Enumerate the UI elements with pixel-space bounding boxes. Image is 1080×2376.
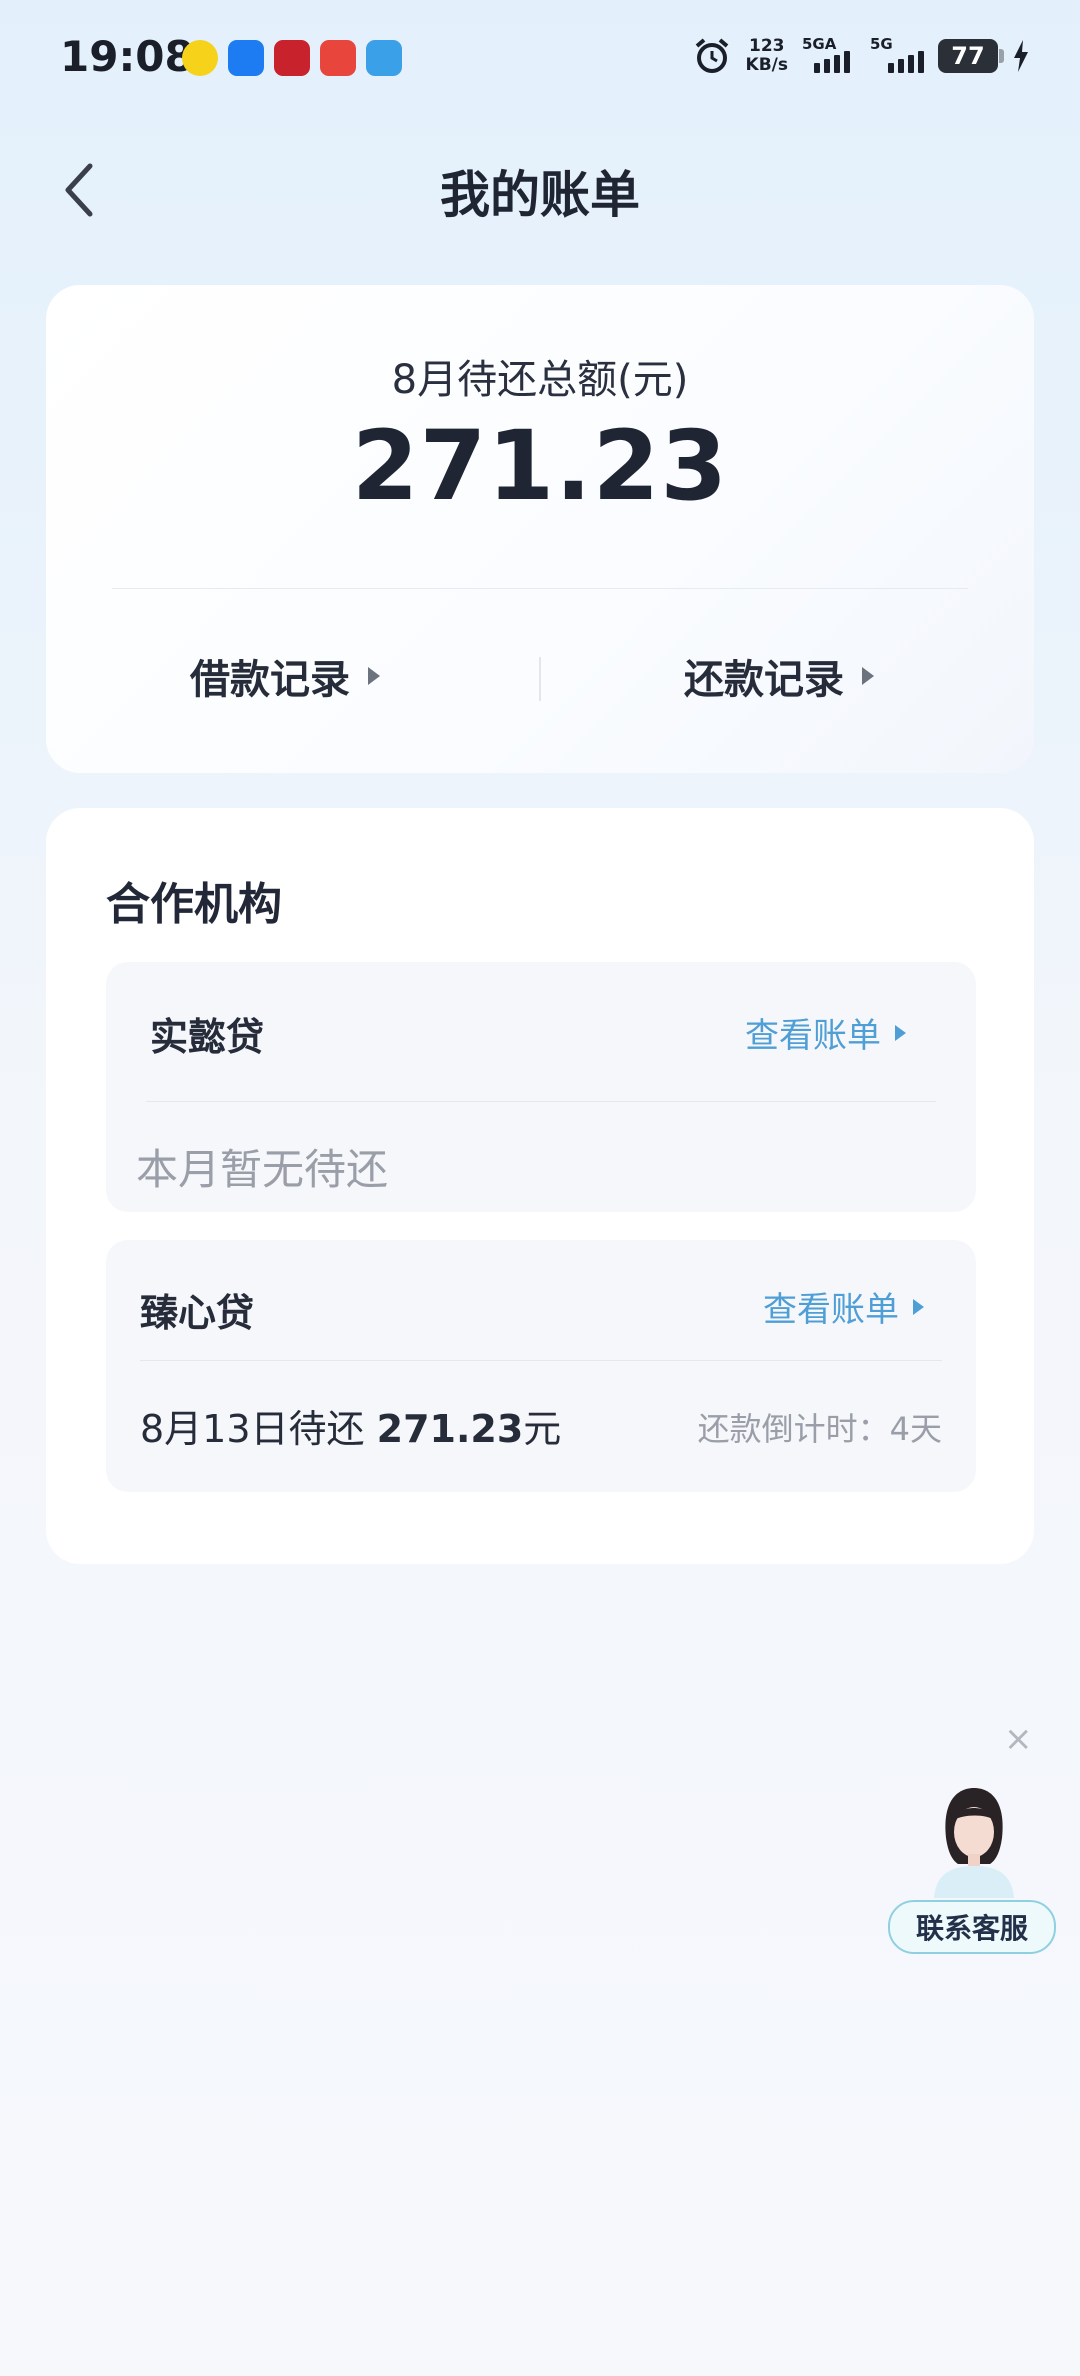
- sim1-label: 5GA: [802, 35, 837, 53]
- status-bar: 19:08 123 KB/s 5GA 5G 77: [0, 0, 1080, 120]
- shopping-app-icon: [320, 40, 356, 76]
- contact-customer-service-button[interactable]: 联系客服: [888, 1900, 1056, 1954]
- railway-app-icon: [274, 40, 310, 76]
- charging-icon: [1014, 40, 1028, 72]
- signal-icon: 5GA: [802, 35, 856, 73]
- network-speed-value: 123: [749, 36, 785, 56]
- divider: [112, 588, 968, 589]
- arrow-right-icon: [895, 1024, 906, 1041]
- due-unit: 元: [523, 1407, 562, 1451]
- no-due-text: 本月暂无待还: [136, 1145, 389, 1194]
- partner-institutions-card: 合作机构 实懿贷 查看账单 本月暂无待还 臻心贷 查看账单 8月13日待还 27…: [46, 808, 1034, 1564]
- close-icon[interactable]: ×: [1004, 1722, 1033, 1756]
- total-due-label: 8月待还总额(元): [391, 357, 689, 403]
- battery-level: 77: [951, 42, 985, 70]
- sim2-label: 5G: [870, 35, 893, 53]
- notification-icons: [182, 40, 402, 76]
- alarm-icon: [695, 38, 728, 73]
- repay-records-link[interactable]: 还款记录: [684, 647, 874, 705]
- view-bill-link[interactable]: 查看账单: [745, 1008, 906, 1057]
- divider: [146, 1101, 936, 1102]
- partner-name: 实懿贷: [150, 1015, 265, 1059]
- due-info: 8月13日待还 271.23元: [140, 1398, 561, 1453]
- borrow-records-link[interactable]: 借款记录: [190, 647, 380, 705]
- bill-summary-card: 8月待还总额(元) 271.23 借款记录 还款记录: [46, 285, 1034, 773]
- due-amount: 271.23: [376, 1407, 524, 1451]
- partner-item-shiyidai: 实懿贷 查看账单 本月暂无待还: [106, 962, 976, 1212]
- total-due-amount: 271.23: [351, 410, 729, 522]
- borrow-records-label: 借款记录: [190, 657, 350, 703]
- page-title: 我的账单: [440, 166, 640, 224]
- signal-icon-2: 5G: [870, 35, 924, 73]
- arrow-right-icon: [368, 667, 380, 685]
- battery-icon: 77: [938, 39, 1004, 73]
- vertical-divider: [539, 657, 541, 701]
- music-app-icon: [182, 40, 218, 76]
- view-bill-label: 查看账单: [763, 1290, 899, 1330]
- divider: [140, 1360, 942, 1361]
- partner-item-zhenxindai: 臻心贷 查看账单 8月13日待还 271.23元 还款倒计时：4天: [106, 1240, 976, 1492]
- travel-app-icon: [228, 40, 264, 76]
- due-date-text: 8月13日待还: [140, 1407, 365, 1451]
- arrow-right-icon: [913, 1298, 924, 1315]
- customer-service-avatar: [934, 1788, 1014, 1898]
- status-time: 19:08: [60, 32, 194, 81]
- network-speed: 123 KB/s: [746, 37, 788, 75]
- view-bill-label: 查看账单: [745, 1016, 881, 1056]
- wallet-app-icon: [366, 40, 402, 76]
- section-title: 合作机构: [106, 879, 282, 930]
- view-bill-link[interactable]: 查看账单: [763, 1282, 924, 1331]
- network-speed-unit: KB/s: [745, 55, 788, 75]
- partner-name: 臻心贷: [140, 1291, 255, 1335]
- repay-records-label: 还款记录: [684, 657, 844, 703]
- repay-countdown: 还款倒计时：4天: [697, 1410, 942, 1448]
- arrow-right-icon: [862, 667, 874, 685]
